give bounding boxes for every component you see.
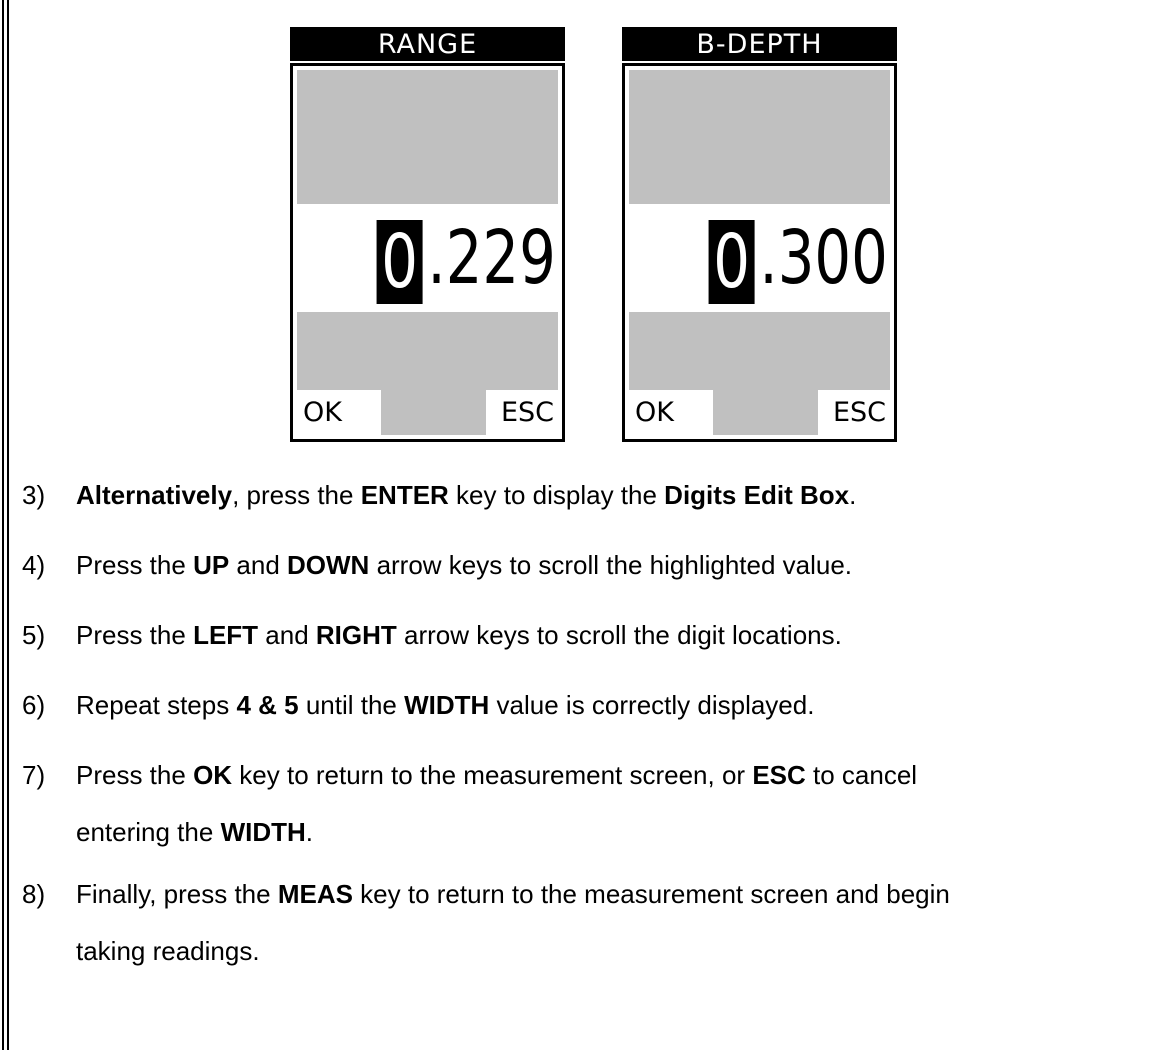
step-3: 3) Alternatively, press the ENTER key to… [22,477,1152,514]
screen-body: 0 .229 OK ESC [290,63,565,442]
ok-softkey[interactable]: OK [297,390,381,435]
digits-edit-box: 0 .300 [625,204,894,312]
step-number: 4) [22,550,46,580]
step-number: 3) [22,480,46,510]
instruction-steps: 3) Alternatively, press the ENTER key to… [22,477,1152,995]
b-depth-screen: B-DEPTH 0 .300 OK ESC [622,27,897,442]
left-border-inner [7,0,9,1050]
b-depth-value: 0 .300 [708,212,888,304]
value-rest: .229 [427,215,556,301]
range-screen: RANGE 0 .229 OK ESC [290,27,565,442]
step-7: 7) Press the OK key to return to the mea… [22,757,1152,851]
highlighted-digit: 0 [376,220,423,304]
ok-softkey[interactable]: OK [629,390,713,435]
highlighted-digit: 0 [708,220,755,304]
range-value: 0 .229 [376,212,556,304]
digits-edit-box: 0 .229 [293,204,562,312]
step-4: 4) Press the UP and DOWN arrow keys to s… [22,547,1152,584]
esc-softkey[interactable]: ESC [486,390,558,435]
step-number: 8) [22,879,46,909]
step-number: 5) [22,620,46,650]
step-5: 5) Press the LEFT and RIGHT arrow keys t… [22,617,1152,654]
step-number: 7) [22,760,46,790]
step-8: 8) Finally, press the MEAS key to return… [22,876,1152,970]
step-6: 6) Repeat steps 4 & 5 until the WIDTH va… [22,687,1152,724]
value-rest: .300 [759,215,888,301]
step-number: 6) [22,690,46,720]
screen-body: 0 .300 OK ESC [622,63,897,442]
screen-title: RANGE [290,27,565,61]
esc-softkey[interactable]: ESC [818,390,890,435]
left-border-outer [2,0,4,1050]
screen-title: B-DEPTH [622,27,897,61]
